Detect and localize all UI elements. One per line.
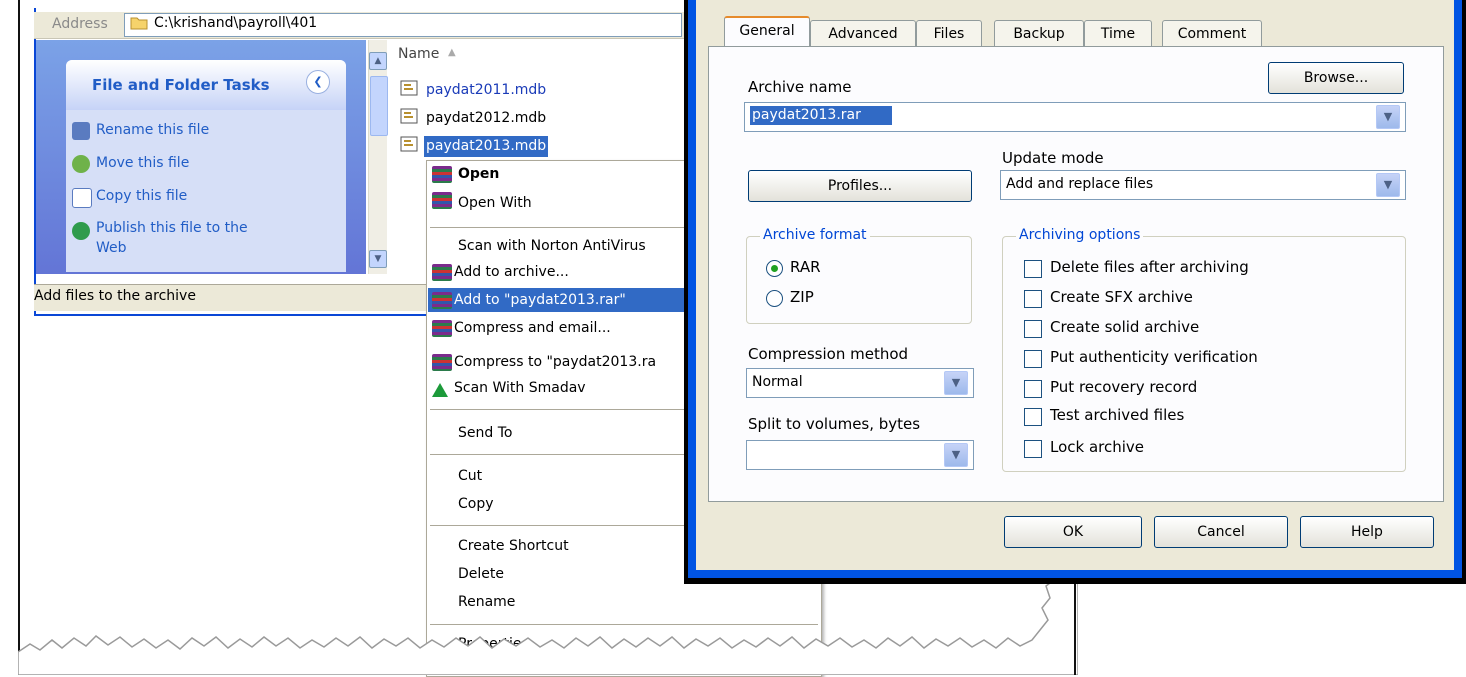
- task-copy-link[interactable]: Copy this file: [96, 188, 187, 204]
- update-mode-dropdown-icon[interactable]: ▼: [1376, 173, 1400, 197]
- rar-archive-icon: [432, 166, 452, 183]
- menu-item-scan-norton[interactable]: Scan with Norton AntiVirus: [458, 238, 646, 254]
- file-item-2011[interactable]: paydat2011.mdb: [426, 82, 546, 98]
- profiles-button[interactable]: Profiles...: [748, 170, 972, 202]
- scroll-down-icon[interactable]: ▼: [369, 250, 387, 268]
- split-volumes-combo[interactable]: [746, 440, 974, 470]
- scroll-up-icon[interactable]: ▲: [369, 52, 387, 70]
- menu-item-open[interactable]: Open: [458, 166, 499, 182]
- checkbox-create-sfx[interactable]: [1024, 290, 1042, 308]
- address-label: Address: [52, 16, 108, 32]
- rar-archive-icon: [432, 354, 452, 371]
- archive-format-title: Archive format: [760, 227, 870, 243]
- update-mode-label: Update mode: [1002, 149, 1104, 167]
- menu-item-add-to-archive[interactable]: Add to archive...: [454, 264, 569, 280]
- address-path: C:\krishand\payroll\401: [154, 15, 318, 31]
- rar-archive-icon: [432, 320, 452, 337]
- checkbox-create-sfx-label: Create SFX archive: [1050, 288, 1193, 306]
- checkbox-delete-files-label: Delete files after archiving: [1050, 258, 1249, 276]
- mdb-file-icon: [400, 80, 418, 96]
- scroll-thumb[interactable]: [370, 76, 388, 136]
- collapse-chevron-icon[interactable]: ❮: [306, 70, 330, 94]
- menu-item-scan-smadav[interactable]: Scan With Smadav: [454, 380, 586, 396]
- folder-icon: [130, 17, 148, 30]
- sort-ascending-icon: ▲: [448, 47, 456, 58]
- compression-method-label: Compression method: [748, 345, 909, 363]
- task-publish-link-cont[interactable]: Web: [96, 240, 127, 256]
- browse-button[interactable]: Browse...: [1268, 62, 1404, 94]
- cancel-button[interactable]: Cancel: [1154, 516, 1288, 548]
- task-rename-link[interactable]: Rename this file: [96, 122, 209, 138]
- checkbox-delete-files[interactable]: [1024, 260, 1042, 278]
- compression-method-value: Normal: [752, 374, 803, 390]
- tab-comment[interactable]: Comment: [1162, 20, 1262, 47]
- menu-item-copy[interactable]: Copy: [458, 496, 494, 512]
- task-publish-link[interactable]: Publish this file to the: [96, 220, 248, 236]
- tab-backup[interactable]: Backup: [994, 20, 1084, 47]
- smadav-icon: [432, 383, 448, 397]
- file-item-2013-selected[interactable]: paydat2013.mdb: [426, 138, 546, 154]
- menu-item-cut[interactable]: Cut: [458, 468, 482, 484]
- status-text: Add files to the archive: [34, 288, 196, 304]
- radio-zip-label: ZIP: [790, 288, 814, 306]
- menu-item-add-to-rar[interactable]: Add to "paydat2013.rar": [454, 292, 626, 308]
- menu-item-compress-to-rar[interactable]: Compress to "paydat2013.ra: [454, 354, 656, 370]
- tab-general[interactable]: General: [724, 16, 810, 49]
- split-volumes-label: Split to volumes, bytes: [748, 415, 921, 433]
- torn-paper-edge: [18, 580, 1078, 675]
- checkbox-lock-archive[interactable]: [1024, 440, 1042, 458]
- update-mode-value: Add and replace files: [1006, 176, 1154, 192]
- checkbox-solid-archive-label: Create solid archive: [1050, 318, 1200, 336]
- radio-zip[interactable]: [766, 290, 783, 307]
- archive-format-group: [746, 236, 972, 324]
- menu-item-open-with[interactable]: Open With: [458, 195, 532, 211]
- menu-item-compress-email[interactable]: Compress and email...: [454, 320, 611, 336]
- rar-archive-icon: [432, 292, 452, 309]
- checkbox-solid-archive[interactable]: [1024, 320, 1042, 338]
- split-dropdown-icon[interactable]: ▼: [944, 443, 968, 467]
- archive-name-value: paydat2013.rar: [752, 107, 861, 123]
- move-icon: [72, 155, 90, 173]
- checkbox-recovery-record-label: Put recovery record: [1050, 378, 1198, 396]
- checkbox-authenticity-label: Put authenticity verification: [1050, 348, 1258, 366]
- archive-name-label: Archive name: [748, 78, 852, 96]
- file-item-2012[interactable]: paydat2012.mdb: [426, 110, 546, 126]
- menu-item-send-to[interactable]: Send To: [458, 425, 512, 441]
- checkbox-authenticity[interactable]: [1024, 350, 1042, 368]
- compression-dropdown-icon[interactable]: ▼: [944, 371, 968, 395]
- radio-rar-label: RAR: [790, 258, 821, 276]
- tab-time[interactable]: Time: [1084, 20, 1152, 47]
- checkbox-lock-archive-label: Lock archive: [1050, 438, 1145, 456]
- checkbox-test-files-label: Test archived files: [1050, 406, 1185, 424]
- menu-item-create-shortcut[interactable]: Create Shortcut: [458, 538, 569, 554]
- rar-archive-icon: [432, 264, 452, 281]
- tab-advanced[interactable]: Advanced: [810, 20, 916, 47]
- task-move-link[interactable]: Move this file: [96, 155, 189, 171]
- mdb-file-icon: [400, 136, 418, 152]
- rename-icon: [72, 122, 90, 140]
- screenshot-frame-right: [1074, 580, 1076, 675]
- copy-icon: [72, 188, 92, 208]
- rar-archive-icon: [432, 192, 452, 209]
- archive-name-dropdown-icon[interactable]: ▼: [1376, 105, 1400, 129]
- ok-button[interactable]: OK: [1004, 516, 1142, 548]
- column-header-name[interactable]: Name: [398, 46, 439, 62]
- tab-files[interactable]: Files: [916, 20, 982, 47]
- archiving-options-title: Archiving options: [1016, 227, 1144, 243]
- globe-icon: [72, 222, 90, 240]
- task-panel-title: File and Folder Tasks: [92, 76, 270, 94]
- checkbox-recovery-record[interactable]: [1024, 380, 1042, 398]
- checkbox-test-files[interactable]: [1024, 408, 1042, 426]
- radio-selected-dot: [771, 265, 778, 272]
- screenshot-frame-left: [18, 0, 20, 675]
- help-button[interactable]: Help: [1300, 516, 1434, 548]
- mdb-file-icon: [400, 108, 418, 124]
